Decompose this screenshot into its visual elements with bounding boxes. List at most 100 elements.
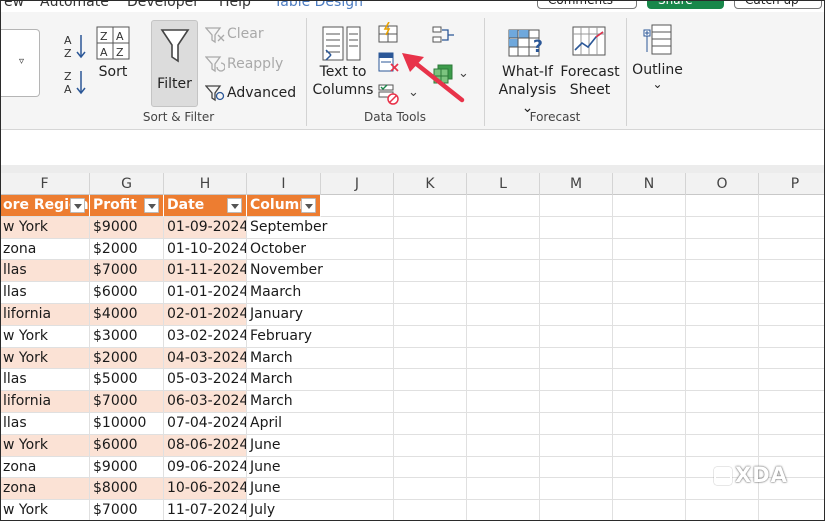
column-header[interactable]: F	[0, 173, 90, 195]
empty-cell[interactable]	[467, 325, 540, 348]
table-cell[interactable]: $9000	[90, 216, 164, 239]
table-cell[interactable]: June	[247, 478, 321, 501]
forecast-sheet-label-line1[interactable]: Forecast	[560, 63, 620, 81]
empty-cell[interactable]	[613, 260, 686, 283]
table-header-cell[interactable]: Date	[164, 195, 247, 217]
table-cell[interactable]: zona	[0, 456, 90, 479]
table-cell[interactable]: $5000	[90, 369, 164, 392]
catch-up-button[interactable]: Catch up	[734, 0, 822, 9]
empty-cell[interactable]	[686, 369, 759, 392]
empty-cell[interactable]	[394, 260, 467, 283]
empty-cell[interactable]	[467, 216, 540, 239]
share-button[interactable]: Share	[647, 0, 724, 9]
empty-cell[interactable]	[540, 391, 613, 413]
table-cell[interactable]: 01-11-2024	[164, 260, 247, 283]
column-header[interactable]: N	[613, 173, 686, 195]
table-cell[interactable]: w York	[0, 500, 90, 521]
text-to-columns-label-line2[interactable]: Columns	[312, 81, 374, 99]
empty-cell[interactable]	[686, 434, 759, 457]
table-cell[interactable]: 08-06-2024	[164, 434, 247, 457]
empty-cell[interactable]	[467, 391, 540, 413]
empty-cell[interactable]	[759, 369, 825, 392]
empty-cell[interactable]	[686, 413, 759, 435]
empty-cell[interactable]	[540, 369, 613, 392]
table-cell[interactable]: 11-07-2024	[164, 500, 247, 521]
empty-cell[interactable]	[686, 325, 759, 348]
table-cell[interactable]: $2000	[90, 347, 164, 370]
table-cell[interactable]: 01-09-2024	[164, 216, 247, 239]
empty-cell[interactable]	[613, 195, 686, 217]
empty-cell[interactable]	[394, 500, 467, 521]
table-cell[interactable]: April	[247, 413, 321, 435]
empty-cell[interactable]	[467, 282, 540, 304]
empty-cell[interactable]	[686, 304, 759, 326]
empty-cell[interactable]	[540, 434, 613, 457]
empty-cell[interactable]	[321, 434, 394, 457]
empty-cell[interactable]	[613, 325, 686, 348]
empty-cell[interactable]	[467, 238, 540, 261]
remove-duplicates-icon[interactable]	[378, 52, 400, 74]
empty-cell[interactable]	[686, 216, 759, 239]
empty-cell[interactable]	[321, 216, 394, 239]
gallery-dropdown[interactable]: ▿	[0, 29, 40, 97]
empty-cell[interactable]	[321, 238, 394, 261]
empty-cell[interactable]	[467, 434, 540, 457]
table-cell[interactable]: 01-01-2024	[164, 282, 247, 304]
empty-cell[interactable]	[394, 304, 467, 326]
table-cell[interactable]: $3000	[90, 325, 164, 348]
tab-developer[interactable]: Developer	[127, 0, 199, 10]
table-cell[interactable]: 09-06-2024	[164, 456, 247, 479]
empty-cell[interactable]	[613, 478, 686, 501]
table-cell[interactable]: w York	[0, 325, 90, 348]
empty-cell[interactable]	[540, 456, 613, 479]
column-header[interactable]: K	[394, 173, 467, 195]
empty-cell[interactable]	[540, 282, 613, 304]
column-header[interactable]: O	[686, 173, 759, 195]
empty-cell[interactable]	[686, 195, 759, 217]
column-header[interactable]: L	[467, 173, 540, 195]
empty-cell[interactable]	[321, 304, 394, 326]
table-cell[interactable]: $6000	[90, 434, 164, 457]
empty-cell[interactable]	[321, 260, 394, 283]
empty-cell[interactable]	[613, 282, 686, 304]
table-cell[interactable]: 01-10-2024	[164, 238, 247, 261]
table-cell[interactable]: w York	[0, 434, 90, 457]
empty-cell[interactable]	[321, 347, 394, 370]
empty-cell[interactable]	[540, 325, 613, 348]
table-cell[interactable]: 07-04-2024	[164, 413, 247, 435]
table-cell[interactable]: 04-03-2024	[164, 347, 247, 370]
empty-cell[interactable]	[759, 500, 825, 521]
text-to-columns-icon[interactable]	[322, 26, 362, 62]
table-cell[interactable]: February	[247, 326, 321, 348]
table-cell[interactable]: 10-06-2024	[164, 478, 247, 501]
table-cell[interactable]: llas	[0, 282, 90, 304]
empty-cell[interactable]	[394, 282, 467, 304]
empty-cell[interactable]	[394, 369, 467, 392]
table-cell[interactable]: March	[247, 369, 321, 392]
column-header[interactable]: G	[90, 173, 164, 195]
empty-cell[interactable]	[394, 347, 467, 370]
empty-cell[interactable]	[613, 500, 686, 521]
table-cell[interactable]: $10000	[90, 413, 164, 435]
what-if-analysis-label-line1[interactable]: What-If	[494, 63, 561, 81]
advanced-filter-icon[interactable]	[205, 84, 225, 102]
empty-cell[interactable]	[686, 500, 759, 521]
empty-cell[interactable]	[540, 238, 613, 261]
table-cell[interactable]: $4000	[90, 304, 164, 326]
empty-cell[interactable]	[394, 478, 467, 501]
empty-cell[interactable]	[686, 238, 759, 261]
empty-cell[interactable]	[759, 282, 825, 304]
empty-cell[interactable]	[321, 478, 394, 501]
empty-cell[interactable]	[759, 326, 825, 348]
empty-cell[interactable]	[686, 347, 759, 370]
table-header-cell[interactable]: Profit	[90, 195, 164, 217]
column-header[interactable]: P	[759, 173, 825, 195]
sort-icon[interactable]: Z A A Z	[96, 26, 130, 60]
empty-cell[interactable]	[759, 348, 825, 370]
empty-cell[interactable]	[467, 456, 540, 479]
empty-cell[interactable]	[613, 413, 686, 435]
table-cell[interactable]: llas	[0, 369, 90, 392]
table-cell[interactable]: March	[247, 391, 321, 413]
empty-cell[interactable]	[613, 304, 686, 326]
outline-chevron-icon[interactable]: ⌄	[630, 75, 685, 93]
